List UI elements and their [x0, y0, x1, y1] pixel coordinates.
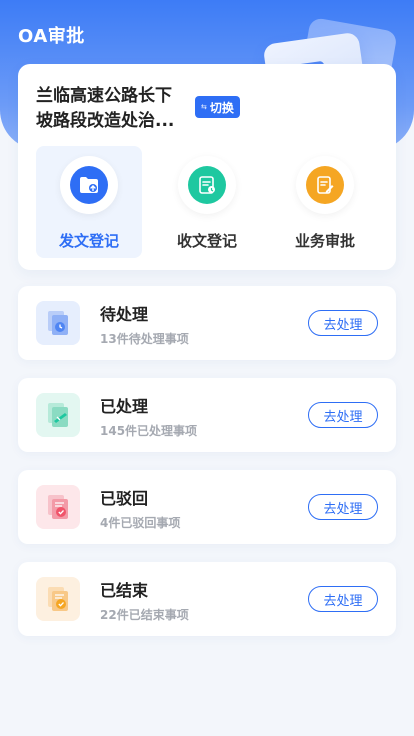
switch-label: 切换	[209, 100, 234, 115]
action-icon-ring	[60, 156, 118, 214]
task-card-processed[interactable]: 已处理 145件已处理事项 去处理	[18, 378, 396, 452]
action-label: 业务审批	[294, 232, 355, 250]
edit-document-icon	[306, 166, 344, 204]
inbox-document-icon	[188, 166, 226, 204]
project-name: 兰临高速公路长下坡路段改造处治...	[36, 86, 175, 131]
task-title: 已驳回	[100, 489, 149, 508]
go-process-button[interactable]: 去处理	[308, 494, 378, 520]
task-card-pending[interactable]: 待处理 13件待处理事项 去处理	[18, 286, 396, 360]
action-business-approval[interactable]: 业务审批	[272, 146, 378, 258]
action-icon-ring	[296, 156, 354, 214]
task-title: 已处理	[100, 397, 149, 416]
page-title: OA审批	[18, 26, 85, 47]
task-subtitle: 145件已处理事项	[100, 424, 198, 438]
task-subtitle: 4件已驳回事项	[100, 516, 181, 530]
action-icon-ring	[178, 156, 236, 214]
task-subtitle: 13件待处理事项	[100, 332, 189, 346]
swap-arrows-icon: ⇆	[201, 103, 207, 111]
pending-clock-icon	[36, 301, 80, 345]
go-process-button[interactable]: 去处理	[308, 310, 378, 336]
task-title: 待处理	[100, 305, 149, 324]
rejected-icon	[36, 485, 80, 529]
quick-actions: 发文登记 收文登记 业务审批	[36, 146, 378, 258]
task-card-finished[interactable]: 已结束 22件已结束事项 去处理	[18, 562, 396, 636]
task-title: 已结束	[100, 581, 149, 600]
go-process-button[interactable]: 去处理	[308, 586, 378, 612]
task-card-rejected[interactable]: 已驳回 4件已驳回事项 去处理	[18, 470, 396, 544]
action-label: 发文登记	[58, 232, 119, 250]
task-subtitle: 22件已结束事项	[100, 608, 189, 622]
action-label: 收文登记	[176, 232, 237, 250]
processed-icon	[36, 393, 80, 437]
action-outgoing-register[interactable]: 发文登记	[36, 146, 142, 258]
folder-upload-icon	[70, 166, 108, 204]
action-incoming-register[interactable]: 收文登记	[154, 146, 260, 258]
go-process-button[interactable]: 去处理	[308, 402, 378, 428]
project-card: 兰临高速公路长下坡路段改造处治... ⇆ 切换 发文登记 收文登记 业务审批	[18, 64, 396, 270]
finished-icon	[36, 577, 80, 621]
switch-project-button[interactable]: ⇆ 切换	[195, 96, 240, 118]
